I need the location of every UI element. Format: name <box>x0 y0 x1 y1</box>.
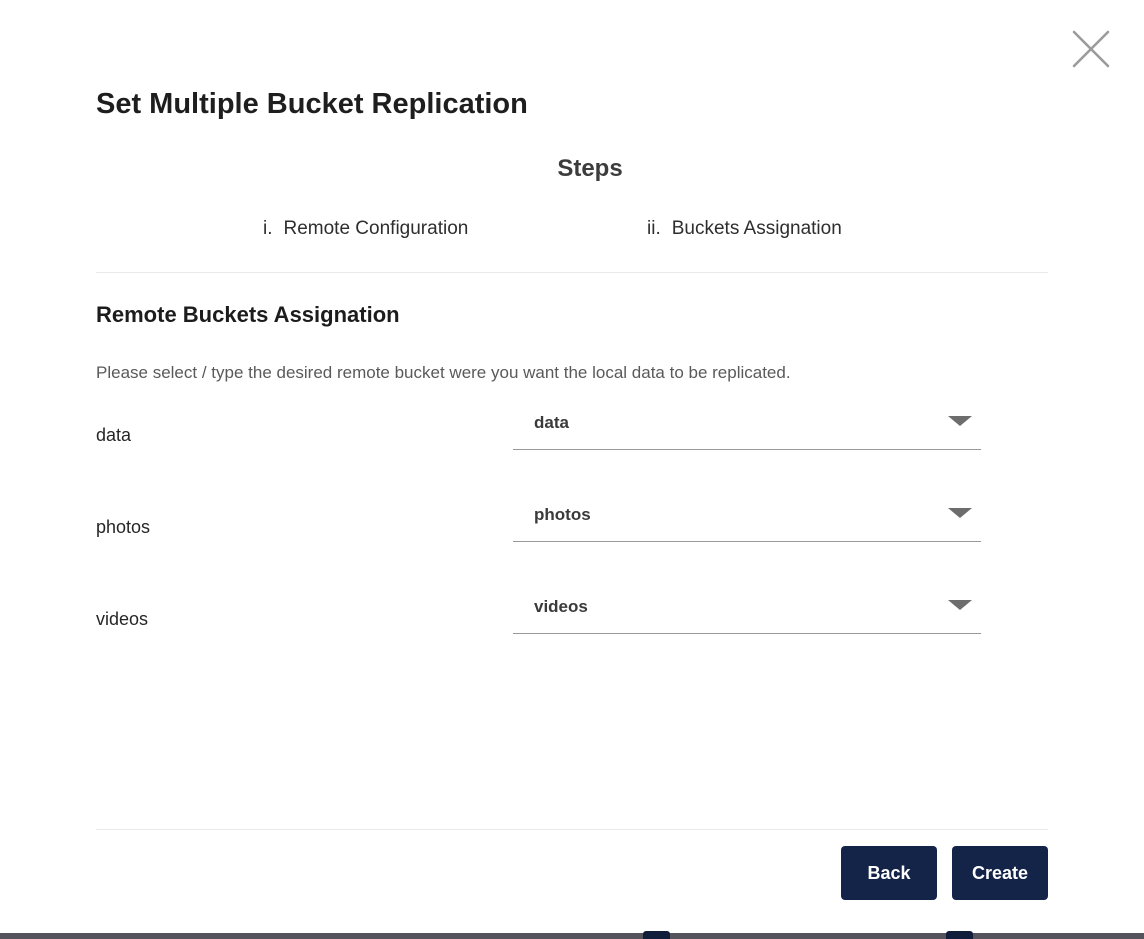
triangle-down-icon <box>948 600 972 610</box>
step-label: Buckets Assignation <box>671 218 842 239</box>
close-icon <box>1071 29 1111 74</box>
local-bucket-label: videos <box>96 609 149 629</box>
section-description: Please select / type the desired remote … <box>96 363 791 382</box>
step-buckets-assignation: ii. Buckets Assignation <box>647 218 842 240</box>
bucket-row: photos photos <box>96 498 1048 543</box>
select-value: photos <box>534 505 591 524</box>
modal-title: Set Multiple Bucket Replication <box>96 88 528 120</box>
section-heading: Remote Buckets Assignation <box>96 302 400 327</box>
step-marker: ii. <box>647 218 661 239</box>
replication-modal: Set Multiple Bucket Replication Steps i.… <box>0 0 1144 939</box>
background-element <box>643 931 670 939</box>
bucket-row: videos videos <box>96 590 1048 635</box>
remote-bucket-select-videos[interactable]: videos <box>513 590 981 634</box>
step-label: Remote Configuration <box>283 218 469 239</box>
create-button[interactable]: Create <box>952 846 1048 900</box>
back-button[interactable]: Back <box>841 846 937 900</box>
triangle-down-icon <box>948 416 972 426</box>
local-bucket-label: photos <box>96 517 151 537</box>
select-value: videos <box>534 597 588 616</box>
remote-bucket-select-data[interactable]: data <box>513 406 981 450</box>
select-value: data <box>534 413 569 432</box>
steps-heading: Steps <box>557 155 623 182</box>
bucket-row: data data <box>96 406 1048 451</box>
background-element <box>946 931 973 939</box>
footer-divider <box>96 829 1048 830</box>
steps-divider <box>96 272 1048 273</box>
close-button[interactable] <box>1070 30 1112 72</box>
step-remote-configuration: i. Remote Configuration <box>263 218 468 240</box>
step-marker: i. <box>263 218 273 239</box>
local-bucket-label: data <box>96 425 132 445</box>
triangle-down-icon <box>948 508 972 518</box>
remote-bucket-select-photos[interactable]: photos <box>513 498 981 542</box>
